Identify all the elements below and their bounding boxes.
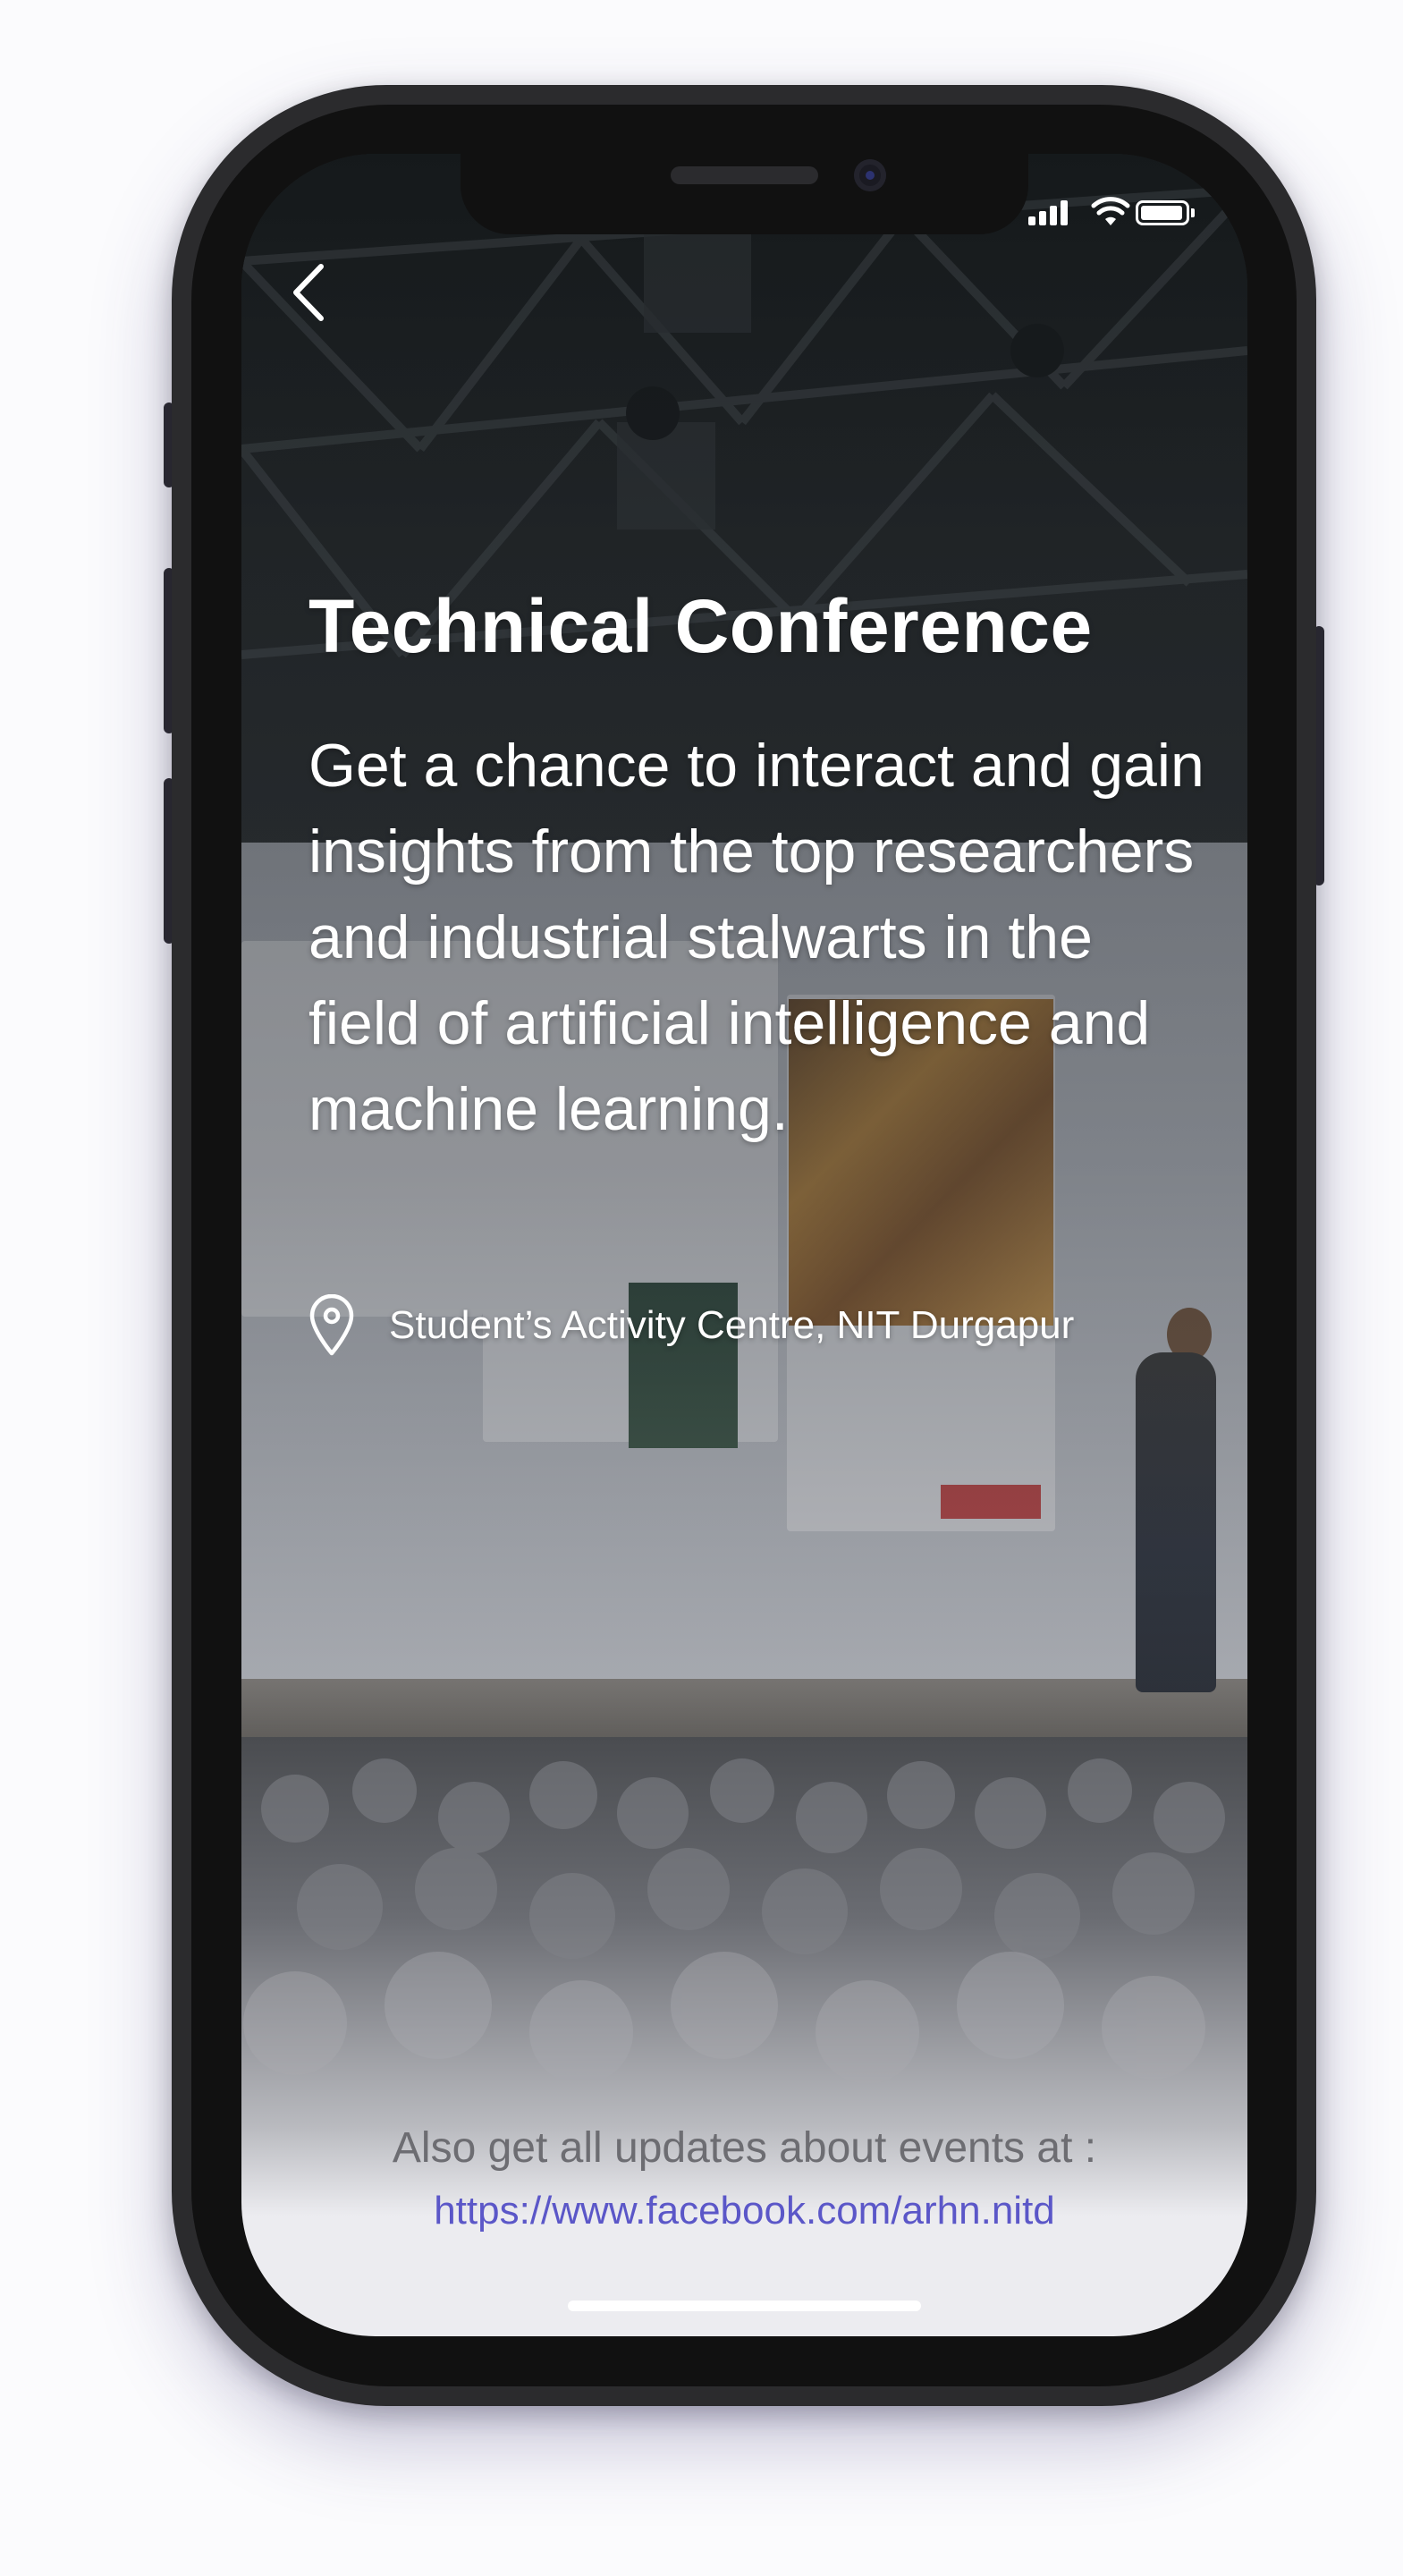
event-location: Student’s Activity Centre, NIT Durgapur (308, 1290, 1203, 1361)
audience-heads-graphic (243, 1758, 1225, 2084)
event-description: Get a chance to interact and gain insigh… (308, 732, 1204, 1143)
cellular-signal-icon (1028, 197, 1073, 233)
chevron-left-icon (293, 264, 324, 321)
front-camera (854, 159, 886, 191)
facebook-link[interactable]: https://www.facebook.com/arhn.nitd (434, 2184, 1055, 2238)
footer-text: Also get all updates about events at : (392, 2124, 1097, 2172)
home-indicator[interactable] (568, 2301, 921, 2311)
device-notch (461, 154, 1028, 234)
event-content: Technical Conference Get a chance to int… (308, 583, 1221, 1152)
status-bar-icons (1028, 197, 1225, 233)
footer: Also get all updates about events at : h… (241, 2122, 1247, 2238)
back-button[interactable] (277, 252, 340, 333)
app-screen: Technical Conference Get a chance to int… (241, 154, 1247, 2336)
wifi-icon (1091, 197, 1130, 225)
map-pin-icon (309, 1294, 354, 1356)
earpiece-speaker (671, 166, 818, 184)
event-location-text: Student’s Activity Centre, NIT Durgapur (389, 1303, 1075, 1347)
battery-icon (1136, 200, 1195, 225)
event-title: Technical Conference (308, 584, 1093, 668)
